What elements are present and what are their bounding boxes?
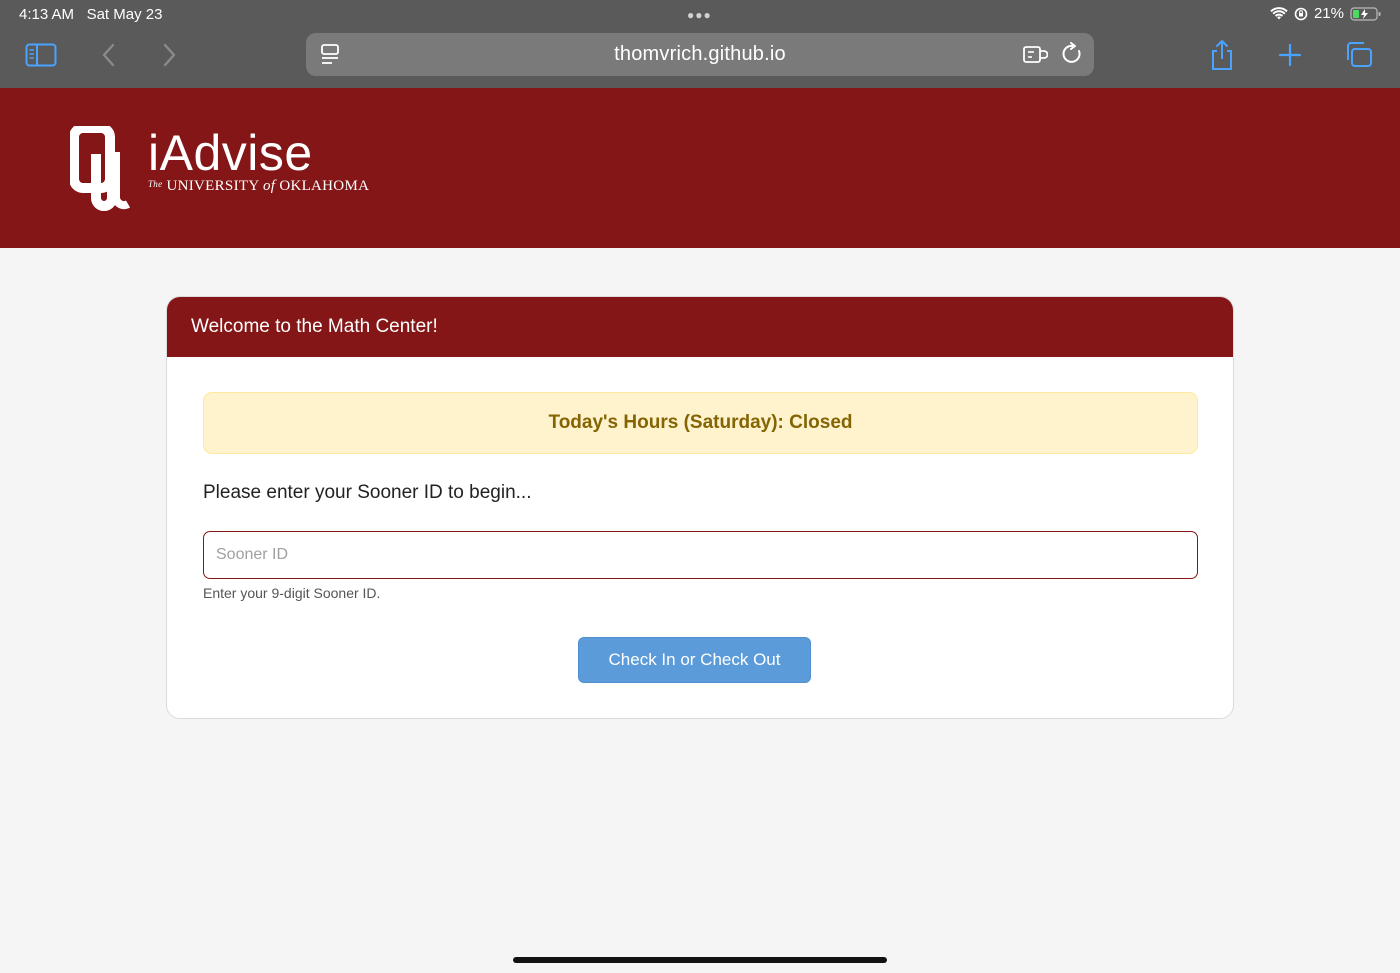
site-header: iAdvise The UNIVERSITY of OKLAHOMA xyxy=(0,88,1400,248)
brand-name: iAdvise xyxy=(148,125,313,181)
reader-mode-icon[interactable] xyxy=(320,43,342,72)
hours-alert: Today's Hours (Saturday): Closed xyxy=(203,392,1198,454)
status-time-date: 4:13 AM Sat May 23 xyxy=(19,6,163,23)
sidebar-toggle-icon[interactable] xyxy=(24,38,58,72)
back-chevron-icon[interactable] xyxy=(92,38,126,72)
ou-monogram-icon xyxy=(70,126,131,211)
brand-text: iAdvise The UNIVERSITY of OKLAHOMA xyxy=(148,126,369,195)
new-tab-plus-icon[interactable] xyxy=(1273,38,1307,72)
forward-chevron-icon[interactable] xyxy=(152,38,186,72)
address-bar[interactable]: thomvrich.github.io xyxy=(306,33,1094,76)
reload-icon[interactable] xyxy=(1062,42,1084,71)
extension-icon[interactable] xyxy=(1022,43,1049,72)
multitasking-dots-icon[interactable]: ●●● xyxy=(687,8,712,22)
tabs-overview-icon[interactable] xyxy=(1342,38,1376,72)
brand-subtitle: The UNIVERSITY of OKLAHOMA xyxy=(148,178,370,194)
card-title: Welcome to the Math Center! xyxy=(167,297,1233,357)
iadvise-logo[interactable]: iAdvise The UNIVERSITY of OKLAHOMA xyxy=(70,126,369,212)
battery-charging-icon xyxy=(1350,6,1381,21)
id-prompt: Please enter your Sooner ID to begin... xyxy=(203,482,532,503)
check-in-out-button[interactable]: Check In or Check Out xyxy=(578,637,811,683)
home-indicator[interactable] xyxy=(513,957,887,963)
sooner-id-input[interactable] xyxy=(203,531,1198,579)
wifi-icon xyxy=(1270,6,1288,19)
battery-percent: 21% xyxy=(1313,5,1344,22)
browser-toolbar: 4:13 AM Sat May 23 ●●● 21% thomvrich.git… xyxy=(0,0,1400,88)
share-icon[interactable] xyxy=(1205,38,1239,72)
checkin-card: Welcome to the Math Center! Today's Hour… xyxy=(166,296,1234,719)
status-indicators: 21% xyxy=(1270,5,1382,22)
url-text: thomvrich.github.io xyxy=(614,43,786,65)
orientation-lock-icon xyxy=(1294,7,1308,20)
id-help-text: Enter your 9-digit Sooner ID. xyxy=(203,585,381,601)
